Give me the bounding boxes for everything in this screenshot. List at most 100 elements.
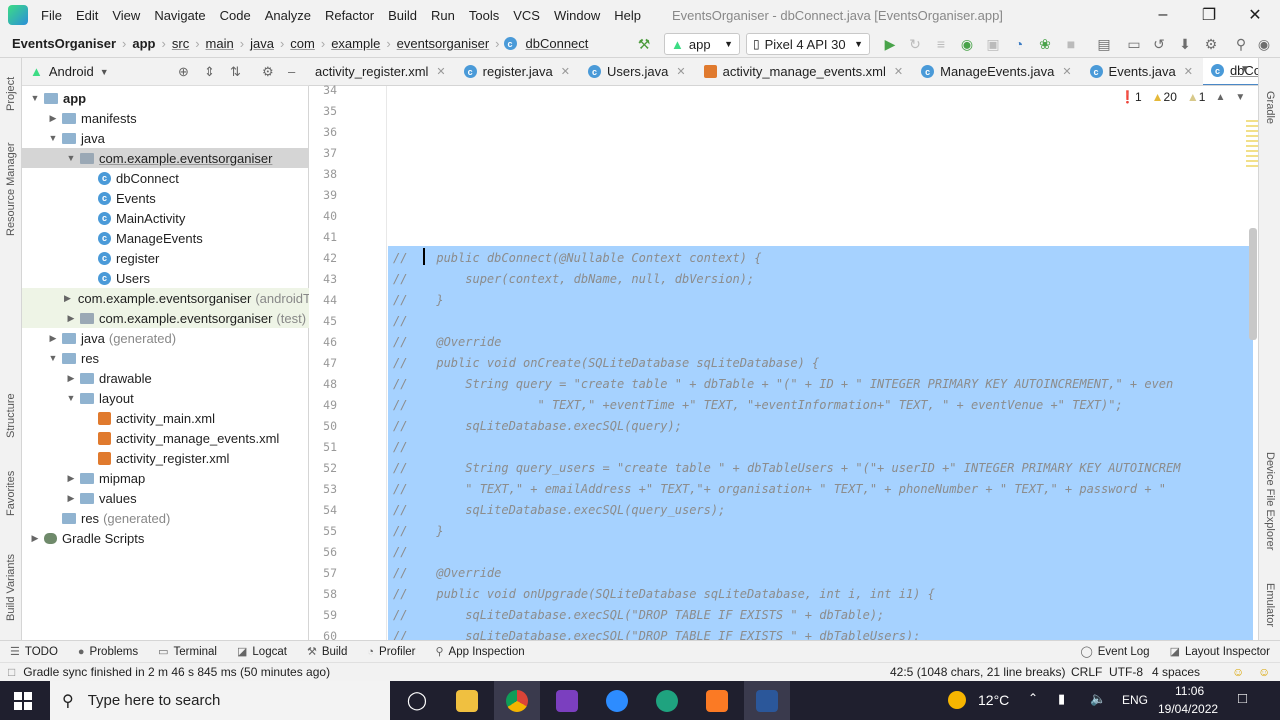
- sdk-manager-icon[interactable]: ⬇: [1177, 36, 1193, 52]
- menu-tools[interactable]: Tools: [462, 8, 506, 23]
- breadcrumb-item[interactable]: eventsorganiser: [393, 36, 494, 51]
- tree-row[interactable]: activity_main.xml: [22, 408, 309, 428]
- warning-count[interactable]: ▲20: [1152, 90, 1177, 104]
- favorites-tool-tab[interactable]: Favorites: [0, 458, 22, 528]
- indent-setting[interactable]: 4 spaces: [1152, 665, 1200, 679]
- input-language[interactable]: ENG: [1122, 693, 1148, 707]
- project-view-select[interactable]: Android: [49, 64, 94, 79]
- temperature[interactable]: 12°C: [978, 692, 1009, 708]
- close-tab-icon[interactable]: ✕: [1184, 65, 1193, 78]
- menu-refactor[interactable]: Refactor: [318, 8, 381, 23]
- project-structure-icon[interactable]: ▤: [1096, 36, 1112, 52]
- tree-row[interactable]: ▶ values: [22, 488, 309, 508]
- feedback-icon[interactable]: ☺: [1232, 665, 1244, 679]
- tree-row[interactable]: ▶ Gradle Scripts: [22, 528, 309, 548]
- editor-tab[interactable]: c register.java ✕: [456, 58, 580, 85]
- tree-row[interactable]: activity_register.xml: [22, 448, 309, 468]
- expand-all-icon[interactable]: ⇕: [204, 64, 215, 80]
- tree-row[interactable]: activity_manage_events.xml: [22, 428, 309, 448]
- tree-row[interactable]: c dbConnect: [22, 168, 309, 188]
- tool-problems[interactable]: ● Problems: [78, 646, 138, 658]
- hammer-build-icon[interactable]: ⚒: [636, 36, 652, 52]
- chevron-right-icon[interactable]: ▶: [64, 473, 78, 484]
- tree-row[interactable]: c Events: [22, 188, 309, 208]
- close-tab-icon[interactable]: ✕: [894, 65, 903, 78]
- windows-start-icon[interactable]: [0, 681, 46, 720]
- tabs-overflow-icon[interactable]: ▼: [1240, 64, 1250, 75]
- sync-gradle-icon[interactable]: ↺: [1151, 36, 1167, 52]
- chrome-icon[interactable]: [494, 681, 540, 720]
- gear-icon[interactable]: ⚙: [262, 64, 274, 80]
- resource-manager-tool-tab[interactable]: Resource Manager: [0, 134, 22, 244]
- chevron-down-icon[interactable]: ▼: [46, 353, 60, 363]
- status-toggle-icon[interactable]: □: [8, 665, 15, 679]
- menu-run[interactable]: Run: [424, 8, 462, 23]
- zoom-icon[interactable]: [594, 681, 640, 720]
- stop-icon[interactable]: ■: [1063, 36, 1079, 52]
- rerun-icon[interactable]: ↻: [907, 36, 923, 52]
- run-icon[interactable]: ▶: [882, 36, 898, 52]
- tool-build[interactable]: ⚒ Build: [307, 645, 347, 659]
- status-message[interactable]: Gradle sync finished in 2 m 46 s 845 ms …: [23, 665, 330, 679]
- battery-icon[interactable]: ▮: [1058, 691, 1065, 707]
- chevron-right-icon[interactable]: ▶: [64, 493, 78, 504]
- tree-row[interactable]: ▶ drawable: [22, 368, 309, 388]
- restore-icon[interactable]: ❐: [1186, 0, 1232, 30]
- device-manager-icon[interactable]: ▭: [1126, 36, 1142, 52]
- build-variants-tool-tab[interactable]: Build Variants: [0, 542, 22, 632]
- breadcrumb-item[interactable]: java: [246, 36, 278, 51]
- breadcrumb-item[interactable]: dbConnect: [522, 36, 593, 51]
- tree-row[interactable]: ▶ com.example.eventsorganiser (test): [22, 308, 309, 328]
- assistant-icon[interactable]: ◉: [1256, 36, 1272, 52]
- chevron-down-icon[interactable]: ▼: [100, 67, 109, 77]
- tree-row[interactable]: ▼ com.example.eventsorganiser: [22, 148, 309, 168]
- chevron-up-icon[interactable]: ⌃: [1028, 691, 1038, 705]
- inspection-widget[interactable]: ❗1 ▲20 ▲1 ▲ ▼: [1120, 90, 1245, 104]
- tool-layout-inspector[interactable]: ◪ Layout Inspector: [1170, 645, 1270, 659]
- target-icon[interactable]: ⊕: [178, 64, 189, 80]
- chevron-right-icon[interactable]: ▶: [28, 533, 42, 544]
- tree-row[interactable]: ▼ layout: [22, 388, 309, 408]
- tool-event-log[interactable]: ◯ Event Log: [1080, 645, 1149, 659]
- hide-panel-icon[interactable]: –: [288, 64, 295, 79]
- tree-row[interactable]: c ManageEvents: [22, 228, 309, 248]
- tree-row[interactable]: ▶ mipmap: [22, 468, 309, 488]
- clock-date[interactable]: 19/04/2022: [1158, 702, 1218, 716]
- coverage-icon[interactable]: ❀: [1037, 36, 1053, 52]
- device-select[interactable]: ▯ Pixel 4 API 30 ▼: [746, 33, 870, 55]
- intellij-icon[interactable]: [544, 681, 590, 720]
- breadcrumb-item[interactable]: example: [327, 36, 384, 51]
- breadcrumb-item[interactable]: EventsOrganiser: [0, 36, 120, 51]
- menu-help[interactable]: Help: [607, 8, 648, 23]
- apply-changes-icon[interactable]: ≡: [933, 36, 949, 52]
- file-encoding[interactable]: UTF-8: [1109, 665, 1143, 679]
- editor-tab[interactable]: c Users.java ✕: [580, 58, 696, 85]
- volume-icon[interactable]: 🔈: [1090, 691, 1106, 707]
- tool-profiler[interactable]: ◔ Profiler: [367, 646, 415, 658]
- tree-row[interactable]: ▶ manifests: [22, 108, 309, 128]
- menu-edit[interactable]: Edit: [69, 8, 105, 23]
- menu-file[interactable]: File: [34, 8, 69, 23]
- close-tab-icon[interactable]: ✕: [561, 65, 570, 78]
- editor-scrollbar[interactable]: [1249, 228, 1257, 340]
- chatgpt-icon[interactable]: [644, 681, 690, 720]
- caret-position[interactable]: 42:5 (1048 chars, 21 line breaks): [890, 665, 1065, 679]
- editor-tab[interactable]: c ManageEvents.java ✕: [913, 58, 1081, 85]
- code-editor[interactable]: // public dbConnect(@Nullable Context co…: [388, 86, 1258, 640]
- tree-row[interactable]: ▶ java (generated): [22, 328, 309, 348]
- chevron-down-icon[interactable]: ▼: [28, 93, 42, 103]
- tool-logcat[interactable]: ◪ Logcat: [237, 645, 287, 659]
- close-icon[interactable]: ✕: [1232, 0, 1278, 30]
- chevron-right-icon[interactable]: ▶: [64, 373, 78, 384]
- editor-tab[interactable]: activity_manage_events.xml ✕: [696, 58, 914, 85]
- weather-sun-icon[interactable]: [948, 691, 966, 709]
- breadcrumb-item[interactable]: app: [128, 36, 159, 51]
- editor-tab[interactable]: c Events.java ✕: [1082, 58, 1203, 85]
- run-config-select[interactable]: ▲ app ▼: [664, 33, 740, 55]
- menu-navigate[interactable]: Navigate: [147, 8, 212, 23]
- chevron-right-icon[interactable]: ▶: [64, 293, 71, 304]
- search-icon[interactable]: ⚲: [1233, 36, 1249, 52]
- taskbar-search[interactable]: ⚲ Type here to search: [50, 681, 390, 720]
- xampp-icon[interactable]: [694, 681, 740, 720]
- tree-row[interactable]: ▼ app: [22, 88, 309, 108]
